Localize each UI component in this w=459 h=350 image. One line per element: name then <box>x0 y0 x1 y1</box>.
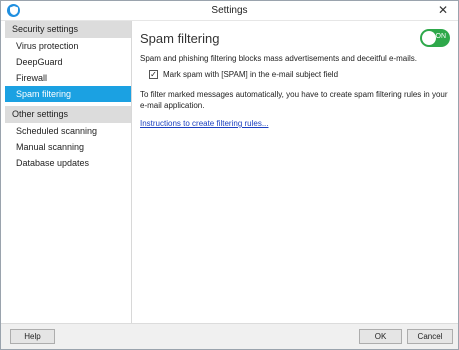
mark-spam-checkbox[interactable]: ✓ <box>149 70 158 79</box>
sidebar-item-deepguard[interactable]: DeepGuard <box>5 54 131 70</box>
toggle-knob <box>422 31 436 45</box>
sidebar-item-firewall[interactable]: Firewall <box>5 70 131 86</box>
sidebar: Security settings Virus protection DeepG… <box>5 21 132 323</box>
description-text: Spam and phishing filtering blocks mass … <box>140 54 418 63</box>
sidebar-item-virus-protection[interactable]: Virus protection <box>5 38 131 54</box>
settings-window: Settings ✕ Security settings Virus prote… <box>0 0 459 350</box>
window-title: Settings <box>211 5 248 16</box>
filtering-rules-link[interactable]: Instructions to create filtering rules..… <box>140 119 269 128</box>
spam-filter-toggle[interactable]: ON <box>420 29 450 47</box>
help-button[interactable]: Help <box>10 329 55 344</box>
cancel-button[interactable]: Cancel <box>407 329 453 344</box>
page-title: Spam filtering <box>140 31 220 46</box>
footer-bar: Help OK Cancel <box>1 323 458 349</box>
main-panel: Spam filtering ON Spam and phishing filt… <box>140 21 456 323</box>
sidebar-header-other: Other settings <box>5 106 131 123</box>
info-text: To filter marked messages automatically,… <box>140 90 448 110</box>
title-bar: Settings ✕ <box>1 1 458 21</box>
mark-spam-row: ✓ Mark spam with [SPAM] in the e-mail su… <box>149 70 338 79</box>
sidebar-item-manual-scanning[interactable]: Manual scanning <box>5 139 131 155</box>
sidebar-item-database-updates[interactable]: Database updates <box>5 155 131 171</box>
toggle-state-label: ON <box>435 33 447 40</box>
close-icon[interactable]: ✕ <box>436 3 450 17</box>
sidebar-header-security: Security settings <box>5 21 131 38</box>
ok-button[interactable]: OK <box>359 329 402 344</box>
sidebar-item-scheduled-scanning[interactable]: Scheduled scanning <box>5 123 131 139</box>
sidebar-item-spam-filtering[interactable]: Spam filtering <box>5 86 131 102</box>
mark-spam-label: Mark spam with [SPAM] in the e-mail subj… <box>163 70 339 79</box>
